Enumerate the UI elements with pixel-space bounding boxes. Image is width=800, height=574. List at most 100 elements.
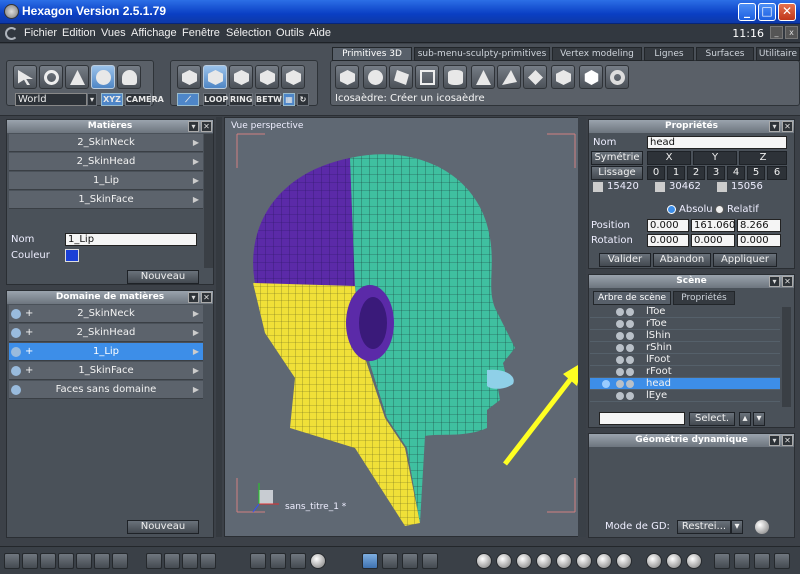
layout-split-icon[interactable] xyxy=(22,553,38,569)
eye-icon[interactable] xyxy=(626,344,634,352)
position-z-field[interactable]: 8.266 xyxy=(737,219,781,232)
octahedron-primitive-icon[interactable] xyxy=(523,65,547,89)
minimize-button[interactable]: _ xyxy=(738,3,756,21)
right-splitter[interactable] xyxy=(578,117,586,537)
domain-visibility-icon[interactable] xyxy=(11,328,21,338)
sphere-primitive-icon[interactable] xyxy=(363,65,387,89)
menu-aide[interactable]: Aide xyxy=(309,27,331,39)
lock-icon[interactable] xyxy=(616,308,624,316)
menu-edition[interactable]: Edition xyxy=(62,27,96,39)
menu-fichier[interactable]: Fichier xyxy=(24,27,57,39)
tab-sculpty-primitives[interactable]: sub-menu-sculpty-primitives xyxy=(414,47,550,61)
panel-close-icon[interactable]: ✕ xyxy=(782,435,793,446)
scene-tree-row[interactable]: lToe xyxy=(590,306,780,318)
domain-visibility-icon[interactable] xyxy=(11,385,21,395)
lighting-icon[interactable] xyxy=(646,553,662,569)
cylinder-primitive-icon[interactable] xyxy=(443,65,467,89)
scene-tree-row[interactable]: rFoot xyxy=(590,366,780,378)
lock-icon[interactable] xyxy=(616,380,624,388)
domain-item[interactable]: Faces sans domaine ▶ xyxy=(9,381,203,399)
camera-view-icon[interactable] xyxy=(734,553,750,569)
tab-utilitaire[interactable]: Utilitaire xyxy=(756,47,800,61)
zoom-icon[interactable] xyxy=(290,553,306,569)
layout-stack-icon[interactable] xyxy=(112,553,128,569)
paint-select-icon[interactable]: ⟋ xyxy=(177,93,199,106)
panel-menu-icon[interactable]: ▾ xyxy=(769,276,780,287)
shading-grid-icon[interactable] xyxy=(496,553,512,569)
axis-tool-icon[interactable] xyxy=(362,553,378,569)
betw-button[interactable]: BETW xyxy=(255,93,282,106)
torus-primitive-icon[interactable] xyxy=(605,65,629,89)
eye-icon[interactable] xyxy=(626,356,634,364)
layout-triple-icon[interactable] xyxy=(40,553,56,569)
material-name-field[interactable]: 1_Lip xyxy=(65,233,197,246)
pan-icon[interactable] xyxy=(270,553,286,569)
move-icon[interactable] xyxy=(65,65,89,89)
shading-lit-icon[interactable] xyxy=(576,553,592,569)
domain-visibility-icon[interactable] xyxy=(11,366,21,376)
wireframe-icon[interactable] xyxy=(182,553,198,569)
lock-icon[interactable] xyxy=(616,356,624,364)
scroll-up-icon[interactable]: ▴ xyxy=(739,412,751,426)
material-item[interactable]: 2_SkinHead ▶ xyxy=(9,153,203,171)
scene-search-field[interactable] xyxy=(599,412,685,425)
icosahedron-primitive-icon[interactable] xyxy=(579,65,603,89)
layout-quad-icon[interactable] xyxy=(58,553,74,569)
symmetry-x-button[interactable]: X xyxy=(647,151,691,165)
layout-single-icon[interactable] xyxy=(4,553,20,569)
lissage-button[interactable]: Lissage xyxy=(591,166,643,180)
material-preview-icon[interactable] xyxy=(666,553,682,569)
panel-menu-icon[interactable]: ▾ xyxy=(188,121,199,132)
snap-icon[interactable] xyxy=(164,553,180,569)
measure-icon[interactable] xyxy=(402,553,418,569)
scroll-down-icon[interactable]: ▾ xyxy=(753,412,765,426)
object-name-field[interactable]: head xyxy=(647,136,787,149)
scene-tree-row[interactable]: rShin xyxy=(590,342,780,354)
auto-mode-icon[interactable] xyxy=(281,65,305,89)
menu-fenetre[interactable]: Fenêtre xyxy=(182,27,220,39)
object-mode-icon[interactable] xyxy=(177,65,201,89)
loop-button[interactable]: LOOP xyxy=(203,93,228,106)
domain-visibility-icon[interactable] xyxy=(11,347,21,357)
vertex-mode-icon[interactable] xyxy=(255,65,279,89)
cube-primitive-icon[interactable] xyxy=(335,65,359,89)
eye-icon[interactable] xyxy=(626,320,634,328)
absolu-radio[interactable] xyxy=(667,205,676,214)
rotation-y-field[interactable]: 0.000 xyxy=(691,234,735,247)
tab-surfaces[interactable]: Surfaces xyxy=(696,47,754,61)
tab-vertex-modeling[interactable]: Vertex modeling xyxy=(552,47,642,61)
material-color-swatch[interactable] xyxy=(65,249,79,262)
select-arrow-icon[interactable] xyxy=(13,65,37,89)
menu-outils[interactable]: Outils xyxy=(276,27,304,39)
panel-close-icon[interactable]: ✕ xyxy=(782,276,793,287)
symmetry-y-button[interactable]: Y xyxy=(693,151,737,165)
orbit-icon[interactable] xyxy=(310,553,326,569)
scene-tree-row[interactable]: rToe xyxy=(590,318,780,330)
left-splitter[interactable] xyxy=(216,117,222,537)
grid-toggle-icon[interactable] xyxy=(146,553,162,569)
smooth-level-0[interactable]: 0 xyxy=(647,166,665,180)
panel-close-icon[interactable]: ✕ xyxy=(201,121,212,132)
scene-view-icon[interactable] xyxy=(754,553,770,569)
eye-icon[interactable] xyxy=(626,392,634,400)
scale-icon[interactable] xyxy=(117,65,141,89)
eye-icon[interactable] xyxy=(626,308,634,316)
lasso-icon[interactable] xyxy=(39,65,63,89)
shading-shadow-icon[interactable] xyxy=(596,553,612,569)
viewport-3d[interactable]: Vue perspective sans_titre_1 * xyxy=(224,117,586,537)
matieres-scrollbar[interactable] xyxy=(204,134,213,268)
menu-selection[interactable]: Sélection xyxy=(226,27,271,39)
material-item[interactable]: 2_SkinNeck ▶ xyxy=(9,134,203,152)
refresh-icon[interactable]: ↻ xyxy=(297,93,309,106)
select-button[interactable]: Select. xyxy=(689,412,735,426)
domain-add-icon[interactable]: + xyxy=(25,324,33,342)
tab-lignes[interactable]: Lignes xyxy=(644,47,694,61)
lock-icon[interactable] xyxy=(616,332,624,340)
appliquer-button[interactable]: Appliquer xyxy=(713,253,777,267)
panel-close-icon[interactable]: ✕ xyxy=(782,121,793,132)
panel-menu-icon[interactable]: ▾ xyxy=(769,435,780,446)
scene-tree-row[interactable]: lFoot xyxy=(590,354,780,366)
gizmo-icon[interactable] xyxy=(200,553,216,569)
relatif-radio[interactable] xyxy=(715,205,724,214)
smooth-level-5[interactable]: 5 xyxy=(747,166,765,180)
